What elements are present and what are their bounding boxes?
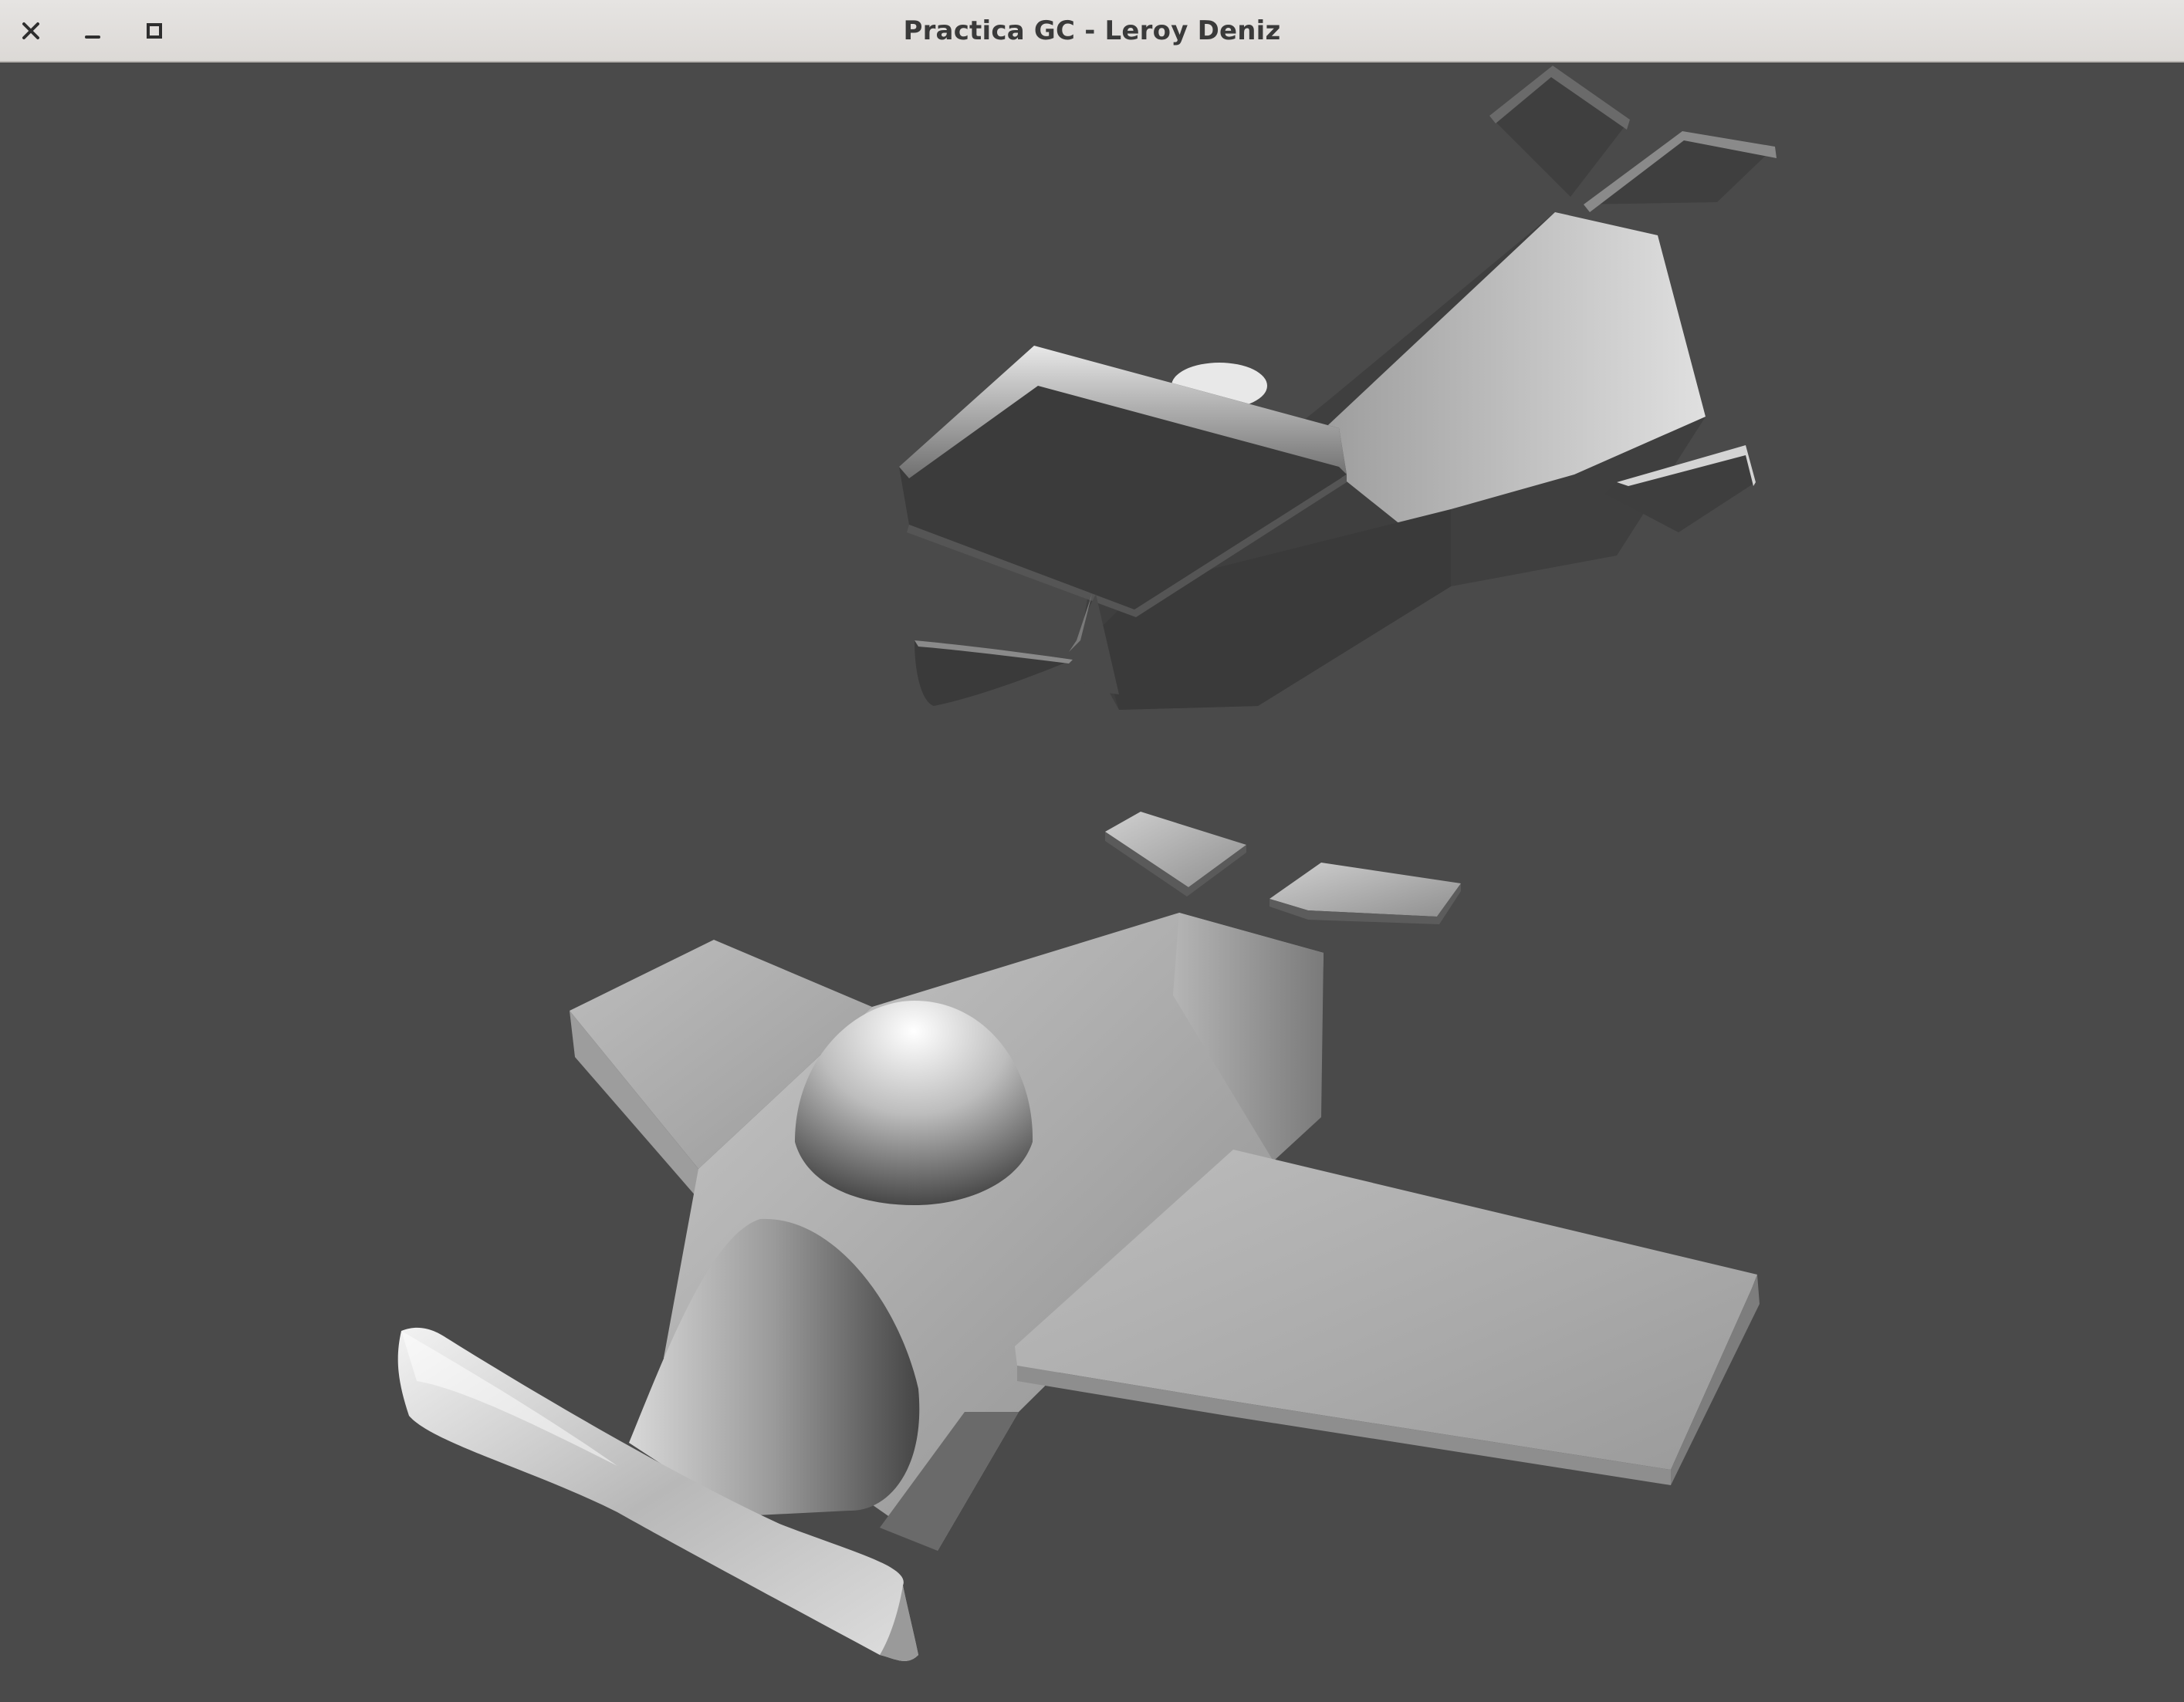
title-bar[interactable]: Practica GC - Leroy Deniz	[0, 0, 2184, 62]
opengl-viewport[interactable]	[0, 62, 2184, 1702]
window-title: Practica GC - Leroy Deniz	[903, 15, 1281, 46]
airplane-front	[397, 812, 1760, 1661]
scene-canvas	[397, 66, 1777, 1661]
airplane-back	[899, 66, 1777, 710]
app-window: Practica GC - Leroy Deniz	[0, 0, 2184, 1702]
back-tail-fin-left	[1489, 66, 1630, 197]
